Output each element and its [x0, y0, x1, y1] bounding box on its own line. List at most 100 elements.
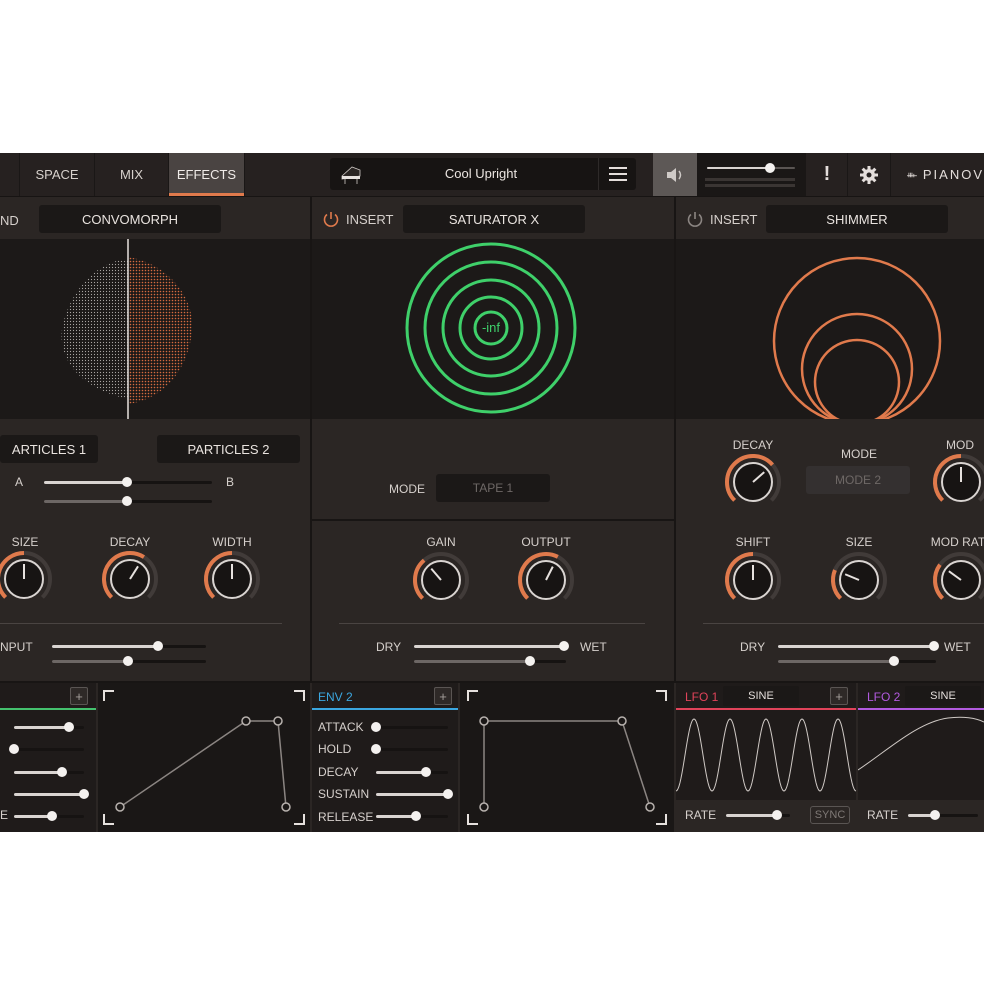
lfo2-rate-label: RATE [867, 808, 899, 822]
preset-name: Cool Upright [444, 166, 518, 181]
morph-slider[interactable] [44, 477, 212, 487]
lfo2-waveform [858, 716, 984, 771]
lfo2-panel: LFO 2 SINE RATE [858, 683, 984, 832]
volume-slider[interactable] [707, 163, 795, 173]
hold-label: HOLD [318, 742, 352, 756]
env2-hold-slider[interactable] [371, 744, 448, 754]
dry-label: DRY [376, 640, 402, 654]
input-mod-slider[interactable] [52, 656, 206, 666]
lfo1-title: LFO 1 [685, 690, 719, 704]
slot1-type-label: ND [0, 213, 19, 228]
env2-decay-slider[interactable] [376, 767, 448, 777]
power-icon[interactable] [686, 210, 704, 228]
piano-keys-logo-icon [907, 172, 917, 177]
speaker-icon[interactable] [653, 153, 697, 196]
tab-mix[interactable]: MIX [95, 153, 169, 196]
tab-space-label: SPACE [35, 167, 79, 182]
env1-add-button[interactable]: + [70, 687, 88, 705]
meter-right [705, 184, 795, 187]
lfo2-wave-selector[interactable]: SINE [905, 686, 981, 706]
env2-release-slider[interactable] [376, 811, 448, 821]
shimmer-dry-wet-mod-slider[interactable] [778, 656, 936, 666]
slot3-effect-name: SHIMMER [826, 211, 888, 227]
env2-sustain-slider[interactable] [376, 789, 453, 799]
particles-2-button[interactable]: PARTICLES 2 [157, 435, 300, 463]
gain-label: GAIN [426, 535, 456, 549]
lfo2-rate-slider[interactable] [908, 810, 978, 820]
divider [0, 623, 282, 624]
dry-wet-slider[interactable] [414, 641, 569, 651]
morph-slider-2[interactable] [44, 496, 212, 506]
saturator-visualizer: -inf [312, 239, 674, 419]
output-label: OUTPUT [521, 535, 571, 549]
lfo1-add-button[interactable]: + [830, 687, 848, 705]
tab-space[interactable]: SPACE [20, 153, 95, 196]
tab-edge[interactable] [0, 153, 20, 196]
shimmer-wet-label: WET [944, 640, 971, 654]
hamburger-menu-icon[interactable] [598, 158, 637, 190]
shimmer-size-label: SIZE [845, 535, 873, 549]
shimmer-dry-wet-slider[interactable] [778, 641, 939, 651]
divider [339, 623, 645, 624]
tab-effects-label: EFFECTS [176, 167, 237, 182]
mod-rate-knob[interactable] [931, 550, 984, 610]
width-knob[interactable] [202, 549, 262, 609]
lfo1-wave-label: SINE [748, 690, 774, 702]
shimmer-mod-label: MOD [946, 438, 974, 452]
preset-selector[interactable]: Cool Upright [330, 158, 636, 190]
lfo1-rate-slider[interactable] [726, 810, 790, 820]
sync-button[interactable]: SYNC [810, 806, 850, 824]
shimmer-mode-selector[interactable]: MODE 2 [806, 466, 910, 494]
sustain-label: SUSTAIN [318, 787, 370, 801]
shimmer-decay-knob[interactable] [723, 452, 783, 512]
brand-label: PIANOV [922, 167, 984, 182]
env2-attack-slider[interactable] [371, 722, 448, 732]
alert-icon[interactable]: ! [805, 153, 848, 196]
shimmer-mode-value: MODE 2 [834, 473, 881, 487]
shift-label: SHIFT [735, 535, 771, 549]
shimmer-mod-knob[interactable] [931, 452, 984, 512]
output-knob[interactable] [516, 550, 576, 610]
wet-label: WET [580, 640, 607, 654]
slot1-effect-selector[interactable]: CONVOMORPH [39, 205, 221, 233]
input-slider[interactable] [52, 641, 206, 651]
gear-icon[interactable] [847, 153, 890, 196]
top-bar: SPACE MIX EFFECTS Cool Upright ! PIANOV [0, 153, 984, 197]
env1-release-slider[interactable] [14, 811, 84, 821]
dry-wet-mod-slider[interactable] [414, 656, 566, 666]
env2-add-button[interactable]: + [434, 687, 452, 705]
slot3-effect-selector[interactable]: SHIMMER [766, 205, 948, 233]
shimmer-controls: SHIFT SIZE MOD RAT DRY WET [676, 521, 984, 681]
tab-mix-label: MIX [119, 167, 144, 182]
brand-logo: PIANOV [890, 153, 984, 196]
divider [703, 623, 984, 624]
meter-left [705, 178, 795, 181]
plus-icon: + [835, 689, 843, 704]
decay-knob[interactable] [100, 549, 160, 609]
env1-decay-slider[interactable] [14, 767, 84, 777]
shift-knob[interactable] [723, 550, 783, 610]
mode-selector[interactable]: TAPE 1 [436, 474, 550, 502]
shimmer-size-knob[interactable] [829, 550, 889, 610]
power-icon[interactable] [322, 210, 340, 228]
size-knob[interactable] [0, 549, 54, 609]
size-label: SIZE [11, 535, 39, 549]
gain-knob[interactable] [411, 550, 471, 610]
attack-label: ATTACK [318, 720, 364, 734]
tab-effects[interactable]: EFFECTS [169, 153, 245, 196]
env1-hold-slider[interactable] [9, 744, 84, 754]
a-label: A [15, 475, 24, 489]
saturator-meter-value: -inf [481, 320, 501, 335]
env1-attack-slider[interactable] [14, 722, 84, 732]
particles-1-button[interactable]: ARTICLES 1 [0, 435, 98, 463]
alert-glyph: ! [823, 163, 831, 185]
b-label: B [226, 475, 235, 489]
env1-sustain-slider[interactable] [14, 789, 89, 799]
env2-title: ENV 2 [318, 690, 353, 704]
lfo1-rate-label: RATE [685, 808, 717, 822]
lfo1-wave-selector[interactable]: SINE [723, 686, 799, 706]
env2-graph [460, 683, 674, 832]
slot2-effect-selector[interactable]: SATURATOR X [403, 205, 585, 233]
effect-slot-1: ND CONVOMORPH ARTICLES 1 PARTICLES 2 A B… [0, 197, 310, 681]
mode-label: MODE [389, 482, 425, 496]
